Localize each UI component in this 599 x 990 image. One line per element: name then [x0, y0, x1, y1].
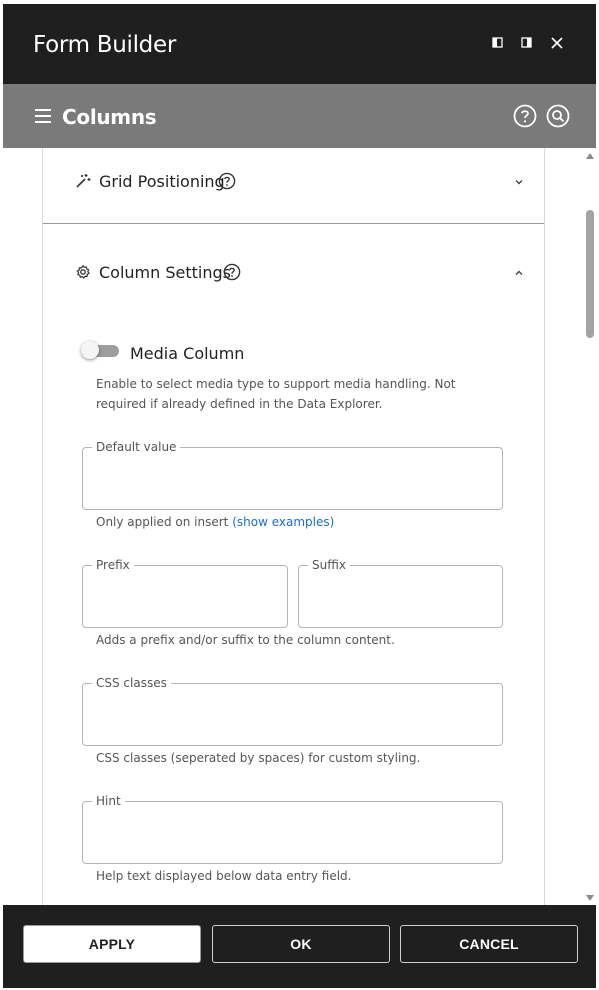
prefix-field: Prefix — [82, 558, 288, 628]
suffix-field: Suffix — [298, 558, 503, 628]
content-area: Grid Positioning Column Settings Media C… — [3, 148, 596, 905]
apply-button[interactable]: APPLY — [23, 925, 201, 963]
default-value-field: Default value — [82, 440, 503, 510]
chevron-up-icon — [513, 266, 525, 278]
help-icon[interactable] — [218, 172, 236, 190]
show-examples-link[interactable]: (show examples) — [232, 515, 334, 529]
section-header: Columns — [3, 84, 596, 148]
accordion-column-settings[interactable]: Column Settings — [43, 252, 544, 292]
help-text: Only applied on insert — [96, 515, 229, 529]
magic-wand-icon — [75, 173, 91, 189]
default-value-help: Only applied on insert (show examples) — [96, 512, 334, 532]
prefix-suffix-help: Adds a prefix and/or suffix to the colum… — [96, 633, 395, 647]
dock-left-icon[interactable] — [489, 34, 507, 52]
accordion-label: Column Settings — [99, 263, 231, 282]
hint-help: Help text displayed below data entry fie… — [96, 869, 352, 883]
scrollbar-thumb[interactable] — [586, 210, 594, 338]
media-column-label: Media Column — [130, 344, 245, 363]
help-icon[interactable] — [223, 263, 241, 281]
accordion-label: Grid Positioning — [99, 172, 225, 191]
hint-field: Hint — [82, 794, 503, 864]
cancel-button[interactable]: CANCEL — [400, 925, 578, 963]
accordion-grid-positioning[interactable]: Grid Positioning — [43, 161, 544, 201]
scroll-up-arrow-icon[interactable] — [586, 153, 594, 159]
chevron-down-icon — [513, 175, 525, 187]
ok-button[interactable]: OK — [212, 925, 390, 963]
settings-panel: Grid Positioning Column Settings Media C… — [42, 148, 545, 905]
search-icon[interactable] — [546, 104, 570, 128]
media-column-toggle[interactable] — [81, 341, 119, 359]
vertical-scrollbar[interactable] — [583, 148, 596, 905]
css-classes-help: CSS classes (seperated by spaces) for cu… — [96, 751, 421, 765]
css-classes-field: CSS classes — [82, 676, 503, 746]
hamburger-menu-icon[interactable] — [34, 108, 52, 124]
close-icon[interactable] — [548, 34, 566, 52]
css-classes-input[interactable] — [83, 684, 502, 745]
section-title: Columns — [62, 105, 157, 129]
scroll-down-arrow-icon[interactable] — [586, 895, 594, 901]
default-value-input[interactable] — [83, 448, 502, 509]
title-bar: Form Builder — [3, 4, 596, 84]
gear-icon — [75, 264, 91, 280]
toggle-knob — [81, 341, 99, 359]
suffix-input[interactable] — [299, 566, 502, 627]
dock-right-icon[interactable] — [518, 34, 536, 52]
prefix-input[interactable] — [83, 566, 287, 627]
media-column-help: Enable to select media type to support m… — [96, 377, 456, 411]
hint-input[interactable] — [83, 802, 502, 863]
form-builder-window: Form Builder Columns Grid Positioning Co… — [3, 4, 596, 988]
accordion-divider — [43, 223, 544, 224]
help-icon[interactable] — [513, 104, 537, 128]
dialog-footer: APPLY OK CANCEL — [3, 905, 596, 988]
window-title: Form Builder — [33, 32, 176, 58]
